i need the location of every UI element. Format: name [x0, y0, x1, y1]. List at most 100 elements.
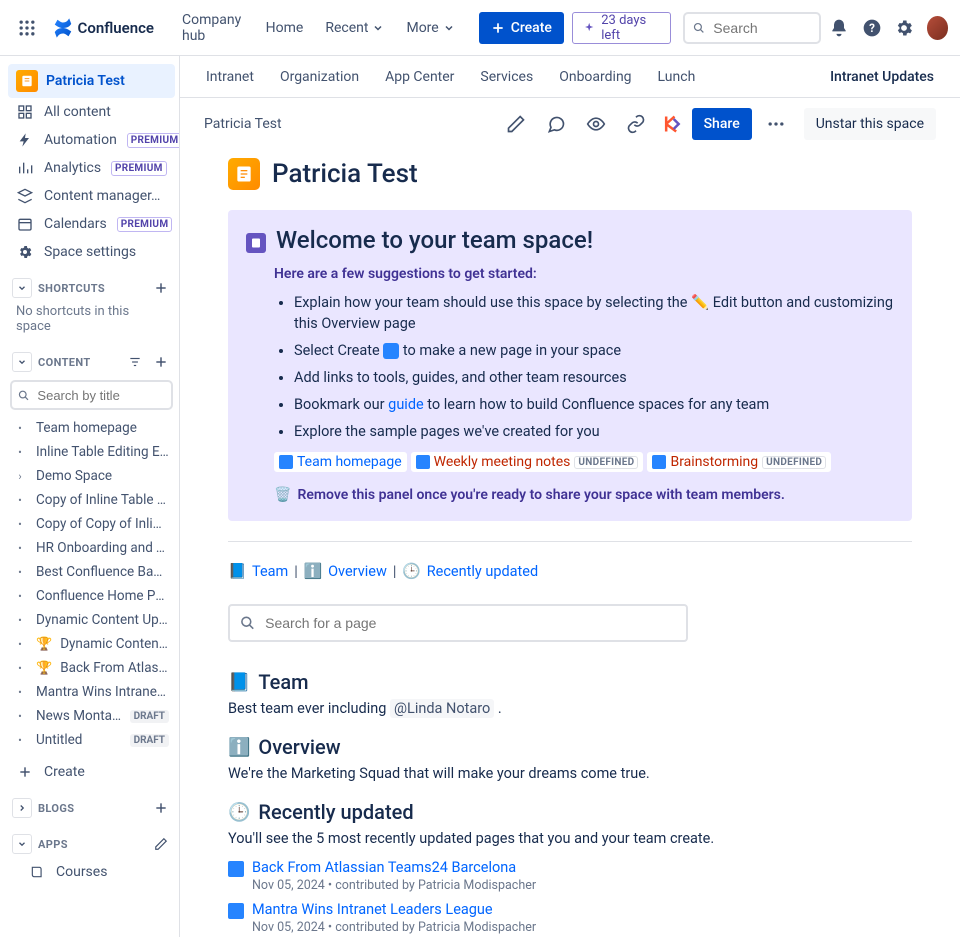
bolt-icon: [16, 131, 34, 149]
sidebar-space-settings[interactable]: Space settings: [8, 238, 175, 266]
confluence-logo[interactable]: Confluence: [46, 17, 160, 39]
bullet-icon: •: [12, 542, 28, 555]
tree-item[interactable]: •Mantra Wins Intranet Le…: [8, 680, 175, 704]
quick-links: 📘 Team | ℹ️ Overview | 🕒 Recently update…: [228, 562, 912, 580]
profile-avatar[interactable]: [927, 16, 948, 40]
breadcrumb[interactable]: Patricia Test: [204, 116, 492, 132]
tree-item[interactable]: •Dynamic Content Updat…: [8, 608, 175, 632]
quick-link-recently-updated[interactable]: 🕒 Recently updated: [402, 562, 538, 580]
edit-icon[interactable]: [500, 108, 532, 140]
content-toggle[interactable]: [12, 352, 32, 372]
shortcuts-toggle[interactable]: [12, 278, 32, 298]
search-icon: [693, 21, 705, 35]
space-nav-onboarding[interactable]: Onboarding: [557, 59, 633, 95]
sidebar-space-selected[interactable]: Patricia Test: [8, 64, 175, 98]
add-shortcut-button[interactable]: [151, 278, 171, 298]
share-button[interactable]: Share: [692, 108, 752, 140]
trophy-icon: 🏆: [36, 661, 52, 676]
tree-item-label: Back From Atlassian…: [60, 660, 169, 676]
content-filter-input[interactable]: [35, 387, 165, 404]
space-nav-intranet[interactable]: Intranet: [204, 59, 256, 95]
nav-recent-label: Recent: [325, 20, 368, 36]
smart-link[interactable]: BrainstormingUNDEFINED: [647, 452, 831, 472]
sidebar-app-courses[interactable]: Courses: [8, 858, 175, 886]
comment-icon[interactable]: [540, 108, 572, 140]
space-nav-intranet-updates[interactable]: Intranet Updates: [828, 59, 936, 95]
tree-item[interactable]: •UntitledDRAFT: [8, 728, 175, 752]
nav-recent[interactable]: Recent: [315, 14, 394, 42]
app-switcher-icon[interactable]: [12, 12, 42, 44]
tree-item[interactable]: •Confluence Home Page …: [8, 584, 175, 608]
nav-home[interactable]: Home: [256, 14, 314, 42]
create-box-icon: [383, 343, 399, 359]
undefined-badge: UNDEFINED: [574, 456, 638, 469]
create-label: Create: [511, 20, 552, 36]
create-button[interactable]: Create: [479, 12, 564, 44]
recent-page-link[interactable]: Back From Atlassian Teams24 Barcelona: [252, 859, 516, 876]
add-content-button[interactable]: [151, 352, 171, 372]
space-nav-app-center[interactable]: App Center: [383, 59, 456, 95]
sidebar-analytics[interactable]: AnalyticsPREMIUM: [8, 154, 175, 182]
settings-icon[interactable]: [890, 12, 919, 44]
book-emoji-icon: 📘: [228, 672, 250, 693]
guide-link[interactable]: guide: [388, 396, 424, 413]
author-link[interactable]: Patricia Modispacher: [418, 878, 536, 893]
help-icon[interactable]: ?: [858, 12, 887, 44]
page-icon: [228, 861, 244, 877]
user-mention[interactable]: @Linda Notaro: [390, 699, 494, 718]
sidebar-calendars[interactable]: CalendarsPREMIUM: [8, 210, 175, 238]
chart-icon: [16, 159, 34, 177]
quick-link-team[interactable]: 📘 Team: [228, 562, 288, 580]
space-nav-services[interactable]: Services: [478, 59, 535, 95]
layers-icon: [16, 187, 34, 205]
apps-toggle[interactable]: [12, 834, 32, 854]
unstar-button[interactable]: Unstar this space: [804, 108, 936, 140]
blogs-toggle[interactable]: [12, 798, 32, 818]
more-actions-icon[interactable]: [760, 108, 792, 140]
link-icon[interactable]: [620, 108, 652, 140]
quick-link-overview[interactable]: ℹ️ Overview: [304, 562, 387, 580]
global-search-input[interactable]: [711, 19, 811, 37]
nav-company-hub[interactable]: Company hub: [172, 6, 254, 50]
sidebar-automation[interactable]: AutomationPREMIUM: [8, 126, 175, 154]
premium-badge: PREMIUM: [127, 133, 180, 148]
space-name: Patricia Test: [46, 73, 125, 89]
smart-link[interactable]: Team homepage: [274, 452, 407, 472]
global-search[interactable]: [683, 12, 821, 44]
pencil-emoji-icon: ✏️: [691, 294, 709, 311]
nav-more[interactable]: More: [396, 14, 464, 42]
content-sort-button[interactable]: [125, 352, 145, 372]
tree-item[interactable]: •🏆Dynamic Content in …: [8, 632, 175, 656]
app-k-icon[interactable]: [660, 112, 684, 136]
space-nav-lunch[interactable]: Lunch: [656, 59, 698, 95]
tree-item[interactable]: •Inline Table Editing Exa…: [8, 440, 175, 464]
tree-item[interactable]: •Team homepage: [8, 416, 175, 440]
tree-item[interactable]: ›Demo Space: [8, 464, 175, 488]
tree-item[interactable]: •News Montag, 1…DRAFT: [8, 704, 175, 728]
smart-link[interactable]: Weekly meeting notesUNDEFINED: [411, 452, 644, 472]
tree-item[interactable]: •HR Onboarding and Trai…: [8, 536, 175, 560]
space-nav-organization[interactable]: Organization: [278, 59, 361, 95]
add-blog-button[interactable]: [151, 798, 171, 818]
tree-item[interactable]: •Best Confluence Backgr…: [8, 560, 175, 584]
tree-item[interactable]: •🏆Back From Atlassian…: [8, 656, 175, 680]
watch-icon[interactable]: [580, 108, 612, 140]
chevron-down-icon: [372, 22, 384, 34]
tree-item[interactable]: •Copy of Copy of Inline T…: [8, 512, 175, 536]
tree-item[interactable]: •Copy of Inline Table Edit…: [8, 488, 175, 512]
page-search[interactable]: [228, 604, 688, 642]
edit-apps-button[interactable]: [151, 834, 171, 854]
author-link[interactable]: Patricia Modispacher: [418, 920, 536, 935]
page-title: Patricia Test: [272, 159, 418, 189]
tree-item-label: Confluence Home Page …: [36, 588, 169, 604]
sidebar-all-content[interactable]: All content: [8, 98, 175, 126]
trial-indicator[interactable]: 23 days left: [572, 12, 672, 44]
notifications-icon[interactable]: [825, 12, 854, 44]
content-filter[interactable]: [10, 380, 173, 410]
recent-page-link[interactable]: Mantra Wins Intranet Leaders League: [252, 901, 493, 918]
team-text: Best team ever including @Linda Notaro .: [228, 700, 912, 717]
sidebar-create-button[interactable]: Create: [8, 758, 175, 786]
sidebar-content-manager[interactable]: Content manager…: [8, 182, 175, 210]
premium-badge: PREMIUM: [111, 161, 167, 176]
page-search-input[interactable]: [263, 614, 676, 632]
